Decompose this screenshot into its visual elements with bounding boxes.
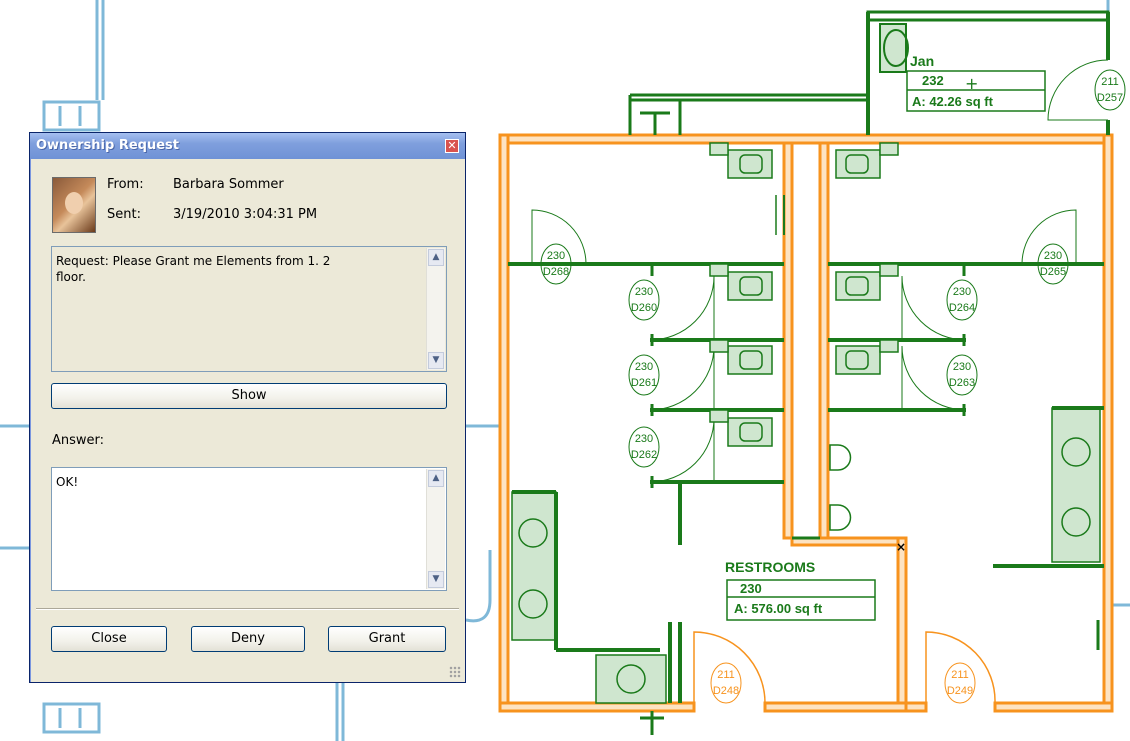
sent-label: Sent:: [107, 207, 141, 222]
ownership-request-dialog: Ownership Request ✕ From: Barbara Sommer…: [29, 132, 466, 683]
svg-text:230: 230: [635, 361, 653, 373]
svg-text:D265: D265: [1040, 266, 1066, 278]
room-name-label: Jan: [910, 53, 934, 69]
svg-text:+: +: [965, 74, 978, 93]
from-value: Barbara Sommer: [173, 177, 284, 192]
fixtures: [508, 10, 1110, 735]
svg-text:D257: D257: [1097, 92, 1123, 104]
svg-text:230: 230: [953, 361, 971, 373]
avatar: [52, 177, 96, 233]
request-scrollbar[interactable]: ▲ ▼: [426, 248, 445, 370]
svg-text:D248: D248: [713, 685, 739, 697]
svg-text:D263: D263: [949, 377, 975, 389]
close-button[interactable]: Close: [51, 626, 167, 652]
scroll-down-icon[interactable]: ▼: [428, 571, 444, 588]
svg-text:211: 211: [717, 669, 735, 681]
dialog-titlebar[interactable]: Ownership Request ✕: [30, 133, 465, 159]
request-textbox[interactable]: Request: Please Grant me Elements from 1…: [51, 246, 447, 372]
svg-text:D261: D261: [631, 377, 657, 389]
request-text-line: floor.: [56, 270, 86, 284]
room-tag-jan[interactable]: Jan 232 + A: 42.26 sq ft: [906, 53, 1046, 112]
svg-text:230: 230: [547, 250, 565, 262]
svg-text:230: 230: [635, 286, 653, 298]
svg-text:D268: D268: [543, 266, 569, 278]
grant-button[interactable]: Grant: [328, 626, 446, 652]
dialog-title: Ownership Request: [36, 138, 179, 153]
answer-value: OK!: [56, 475, 79, 489]
door-tags: 230D268 230D260 230D261 230D262 230D265 …: [540, 69, 1126, 704]
svg-text:D249: D249: [947, 685, 973, 697]
svg-text:211: 211: [1101, 76, 1119, 88]
room-area-label: A: 576.00 sq ft: [734, 601, 823, 616]
svg-text:230: 230: [953, 286, 971, 298]
answer-scrollbar[interactable]: ▲ ▼: [426, 469, 445, 589]
svg-text:D262: D262: [631, 449, 657, 461]
svg-text:D260: D260: [631, 302, 657, 314]
scroll-up-icon[interactable]: ▲: [428, 249, 444, 266]
selected-walls: [498, 133, 1114, 713]
scroll-up-icon[interactable]: ▲: [428, 470, 444, 487]
room-number-label: 230: [740, 581, 762, 596]
show-button[interactable]: Show: [51, 383, 447, 409]
svg-text:230: 230: [1044, 250, 1062, 262]
divider: [36, 608, 459, 610]
deny-button[interactable]: Deny: [191, 626, 305, 652]
scroll-down-icon[interactable]: ▼: [428, 352, 444, 369]
from-label: From:: [107, 177, 144, 192]
close-icon[interactable]: ✕: [445, 139, 459, 153]
room-name-label: RESTROOMS: [725, 559, 815, 575]
svg-text:211: 211: [951, 669, 969, 681]
sent-value: 3/19/2010 3:04:31 PM: [173, 207, 318, 222]
svg-text:×: ×: [896, 540, 906, 554]
room-area-label: A: 42.26 sq ft: [912, 94, 994, 109]
svg-text:D264: D264: [949, 302, 975, 314]
answer-textbox[interactable]: OK! ▲ ▼: [51, 467, 447, 591]
resize-grip-icon[interactable]: [449, 666, 461, 678]
answer-label: Answer:: [52, 433, 105, 448]
room-tag-restrooms[interactable]: RESTROOMS 230 A: 576.00 sq ft ×: [725, 540, 906, 621]
svg-text:230: 230: [635, 433, 653, 445]
room-number-label: 232: [922, 73, 944, 88]
request-text-line: Request: Please Grant me Elements from 1…: [56, 254, 331, 268]
